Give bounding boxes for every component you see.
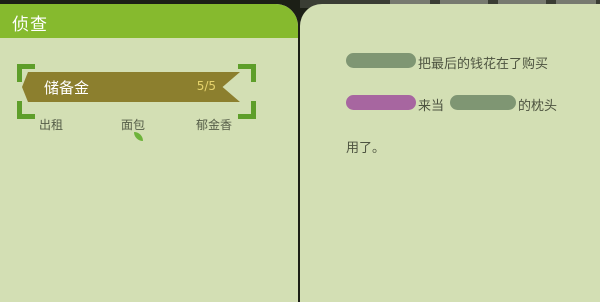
selection-corner-br [238,101,256,119]
option-rent[interactable]: 出租 [39,116,63,133]
redacted-blank [346,53,416,68]
selection-corner-tr [238,64,256,82]
ribbon-count: 5/5 [196,79,216,93]
story-line-2b: 的枕头 [518,99,558,114]
investigation-panel: 侦查 [0,4,298,302]
panel-title: 侦查 [12,15,48,35]
story-line-1: 把最后的钱花在了购买 [418,57,549,72]
option-tulip[interactable]: 郁金香 [196,116,232,133]
reserve-fund-ribbon[interactable]: 储备金 5/5 [22,72,240,102]
story-line-2a: 来当 [418,99,445,114]
selection-corner-bl [17,101,35,119]
story-page [300,4,600,302]
redacted-blank-selected [346,95,416,110]
redacted-blank [450,95,516,110]
option-bread[interactable]: 面包 [121,116,145,133]
ribbon-label: 储备金 [44,79,90,97]
panel-header: 侦查 [0,4,298,38]
story-line-3: 用了。 [346,141,386,156]
